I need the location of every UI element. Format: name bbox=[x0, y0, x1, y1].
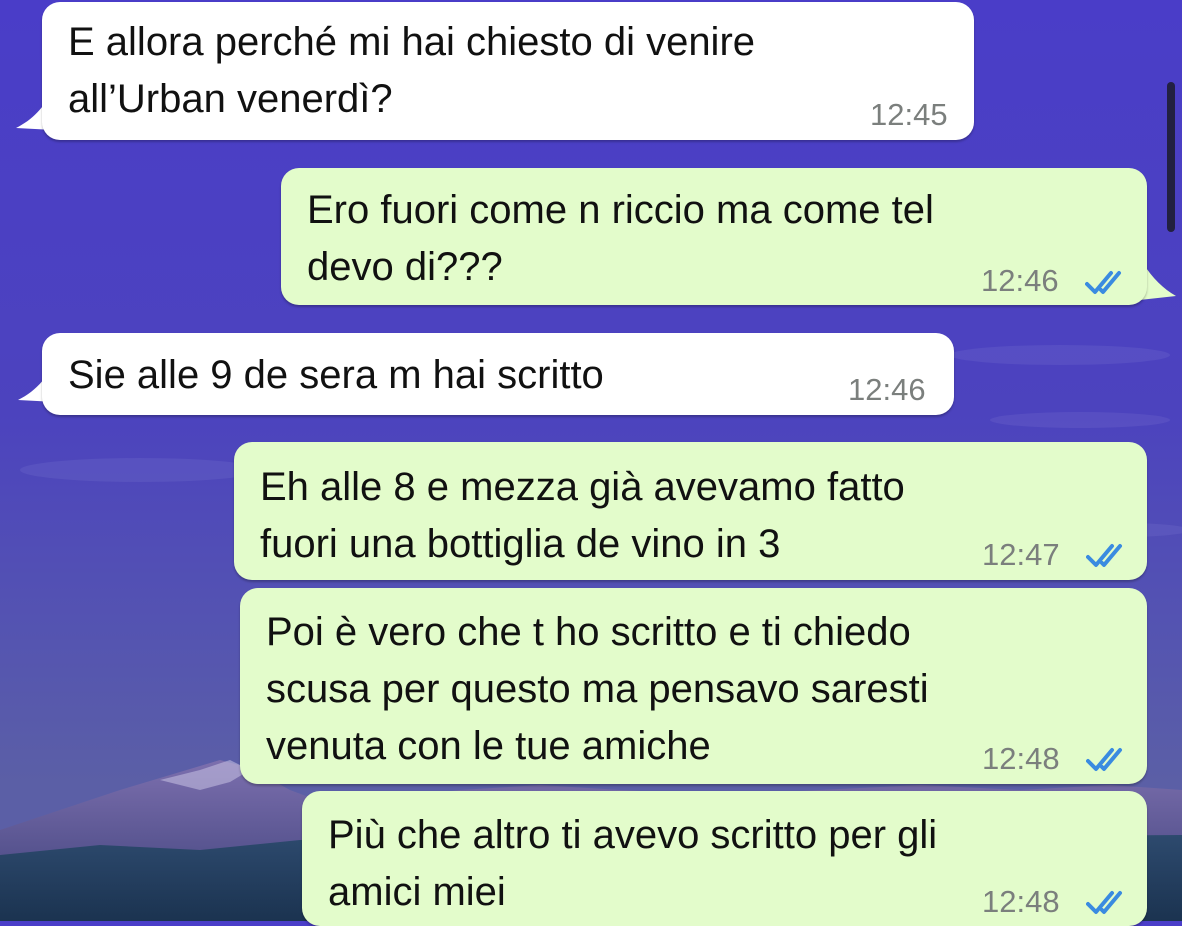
message-timestamp: 12:46 bbox=[981, 263, 1059, 298]
message-text: E allora perché mi hai chiesto di venire… bbox=[68, 20, 756, 121]
message-timestamp: 12:48 bbox=[982, 884, 1060, 919]
message-timestamp: 12:45 bbox=[870, 97, 948, 132]
message-timestamp: 12:47 bbox=[982, 537, 1060, 572]
double-check-icon bbox=[1086, 748, 1122, 771]
double-check-icon bbox=[1085, 271, 1121, 294]
message-bubble-outgoing[interactable]: Più che altro ti avevo scritto per gli a… bbox=[302, 791, 1147, 926]
double-check-icon bbox=[1086, 891, 1122, 914]
message-bubble-outgoing[interactable]: Poi è vero che t ho scritto e ti chiedo … bbox=[240, 588, 1147, 784]
message-bubble-outgoing[interactable]: Eh alle 8 e mezza già avevamo fatto fuor… bbox=[234, 442, 1147, 580]
message-timestamp: 12:46 bbox=[848, 372, 926, 407]
message-bubble-incoming[interactable]: Sie alle 9 de sera m hai scritto 12:46 bbox=[42, 333, 954, 415]
message-text: Ero fuori come n riccio ma come tel devo… bbox=[307, 188, 934, 289]
scrollbar[interactable] bbox=[1167, 82, 1175, 232]
double-check-icon bbox=[1086, 544, 1122, 567]
message-text: Più che altro ti avevo scritto per gli a… bbox=[328, 813, 938, 914]
message-text: Eh alle 8 e mezza già avevamo fatto fuor… bbox=[260, 465, 905, 566]
message-text: Sie alle 9 de sera m hai scritto bbox=[68, 353, 604, 397]
message-timestamp: 12:48 bbox=[982, 741, 1060, 776]
message-bubble-incoming[interactable]: E allora perché mi hai chiesto di venire… bbox=[42, 2, 974, 140]
message-bubble-outgoing[interactable]: Ero fuori come n riccio ma come tel devo… bbox=[281, 168, 1147, 305]
message-text: Poi è vero che t ho scritto e ti chiedo … bbox=[266, 610, 929, 768]
